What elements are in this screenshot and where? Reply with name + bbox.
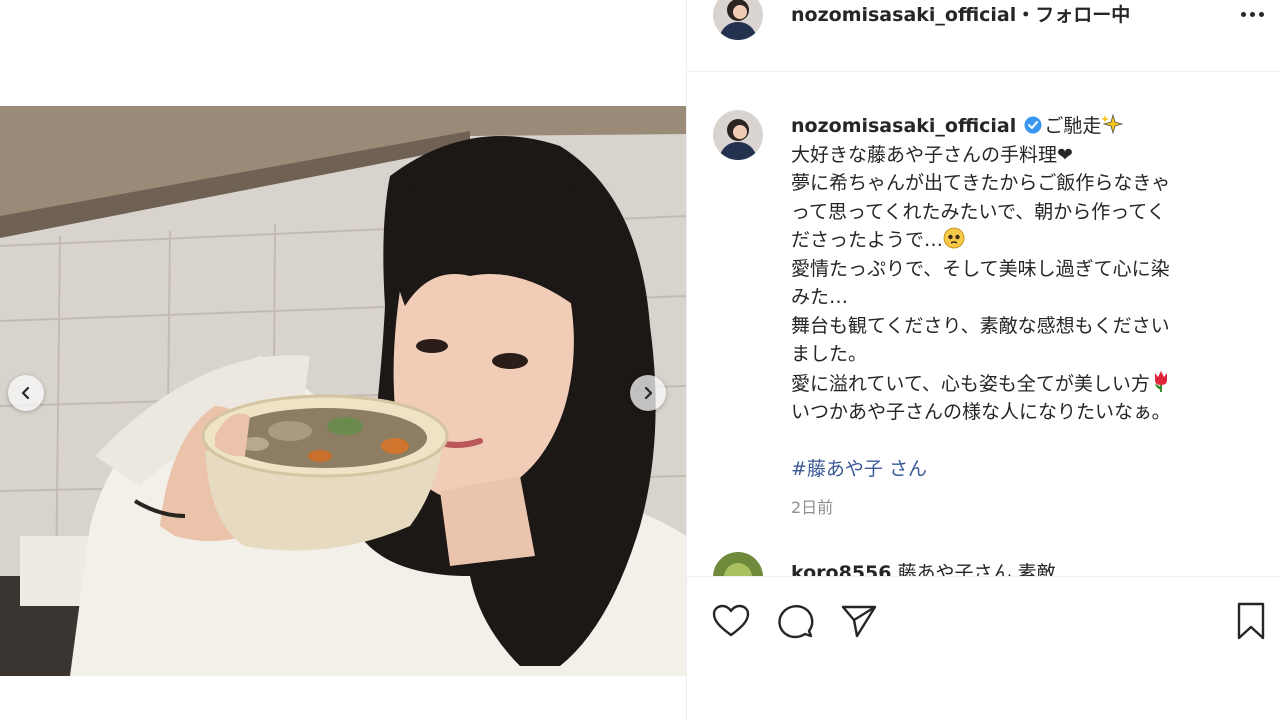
follow-status-button[interactable]: ・フォロー中 [1016,4,1130,26]
action-bar [687,576,1280,720]
caption-line: 大好きな藤あや子さんの手料理❤ [791,143,1073,166]
carousel-prev-button[interactable] [8,375,44,411]
more-horizontal-icon[interactable] [1241,4,1271,24]
caption-line: 舞台も観てくださり、素敵な感想もください [791,314,1170,337]
comment-button[interactable] [775,601,815,641]
commenter-avatar[interactable] [713,552,763,576]
header-user-line: nozomisasaki_official・フォロー中 [791,2,1130,28]
pleading-face-icon [943,227,965,249]
commenter-username[interactable]: koro8556 [791,562,891,576]
post-photo-illustration [0,106,686,676]
caption-first-line: ご馳走 [1044,115,1102,137]
post-caption: nozomisasaki_official ご馳走 大好きな藤あや子さんの手料理… [791,112,1251,484]
share-button[interactable] [839,601,879,641]
caption-line: みた… [791,286,849,308]
media-pane [0,0,686,720]
header-username[interactable]: nozomisasaki_official [791,4,1016,26]
avatar[interactable] [713,0,763,40]
comment-row: koro8556 藤あや子さん 素敵 [687,552,1280,576]
caption-line: ださったようで… [791,229,944,251]
carousel-next-button[interactable] [630,375,666,411]
chevron-right-icon [644,386,653,400]
bookmark-icon [1237,602,1265,640]
tulip-icon [1154,370,1167,392]
comments-area[interactable]: nozomisasaki_official ご馳走 大好きな藤あや子さんの手料理… [687,72,1280,576]
caption-line: って思ってくれたみたいで、朝から作ってく [791,200,1166,223]
comment-body: 藤あや子さん 素敵 [897,562,1056,576]
caption-line: 愛に溢れていて、心も姿も全てが美しい方 [791,372,1150,395]
caption-avatar[interactable] [713,110,763,160]
post-photo[interactable] [0,106,686,676]
hashtag-link[interactable]: #藤あや子 さん [791,458,927,480]
caption-line: いつかあや子さんの様な人になりたいなぁ。 [791,401,1171,423]
caption-line: ました。 [791,343,868,365]
post-side-pane: nozomisasaki_official・フォロー中 nozomisasaki… [686,0,1280,720]
caption-username[interactable]: nozomisasaki_official [791,115,1016,137]
chevron-left-icon [21,386,30,400]
caption-line: 夢に希ちゃんが出てきたからご飯作らなきゃ [791,172,1171,194]
comment-icon [778,604,814,639]
caption-line: 愛情たっぷりで、そして美味し過ぎて心に染 [791,257,1170,280]
save-button[interactable] [1231,601,1271,641]
post-header: nozomisasaki_official・フォロー中 [687,0,1280,72]
like-button[interactable] [711,601,751,641]
verified-badge-icon [1024,116,1042,134]
post-timestamp[interactable]: 2日前 [791,494,833,518]
comment-text: koro8556 藤あや子さん 素敵 [791,558,1056,576]
heart-icon [712,604,750,637]
send-icon [841,605,877,638]
sparkles-icon [1101,113,1124,135]
